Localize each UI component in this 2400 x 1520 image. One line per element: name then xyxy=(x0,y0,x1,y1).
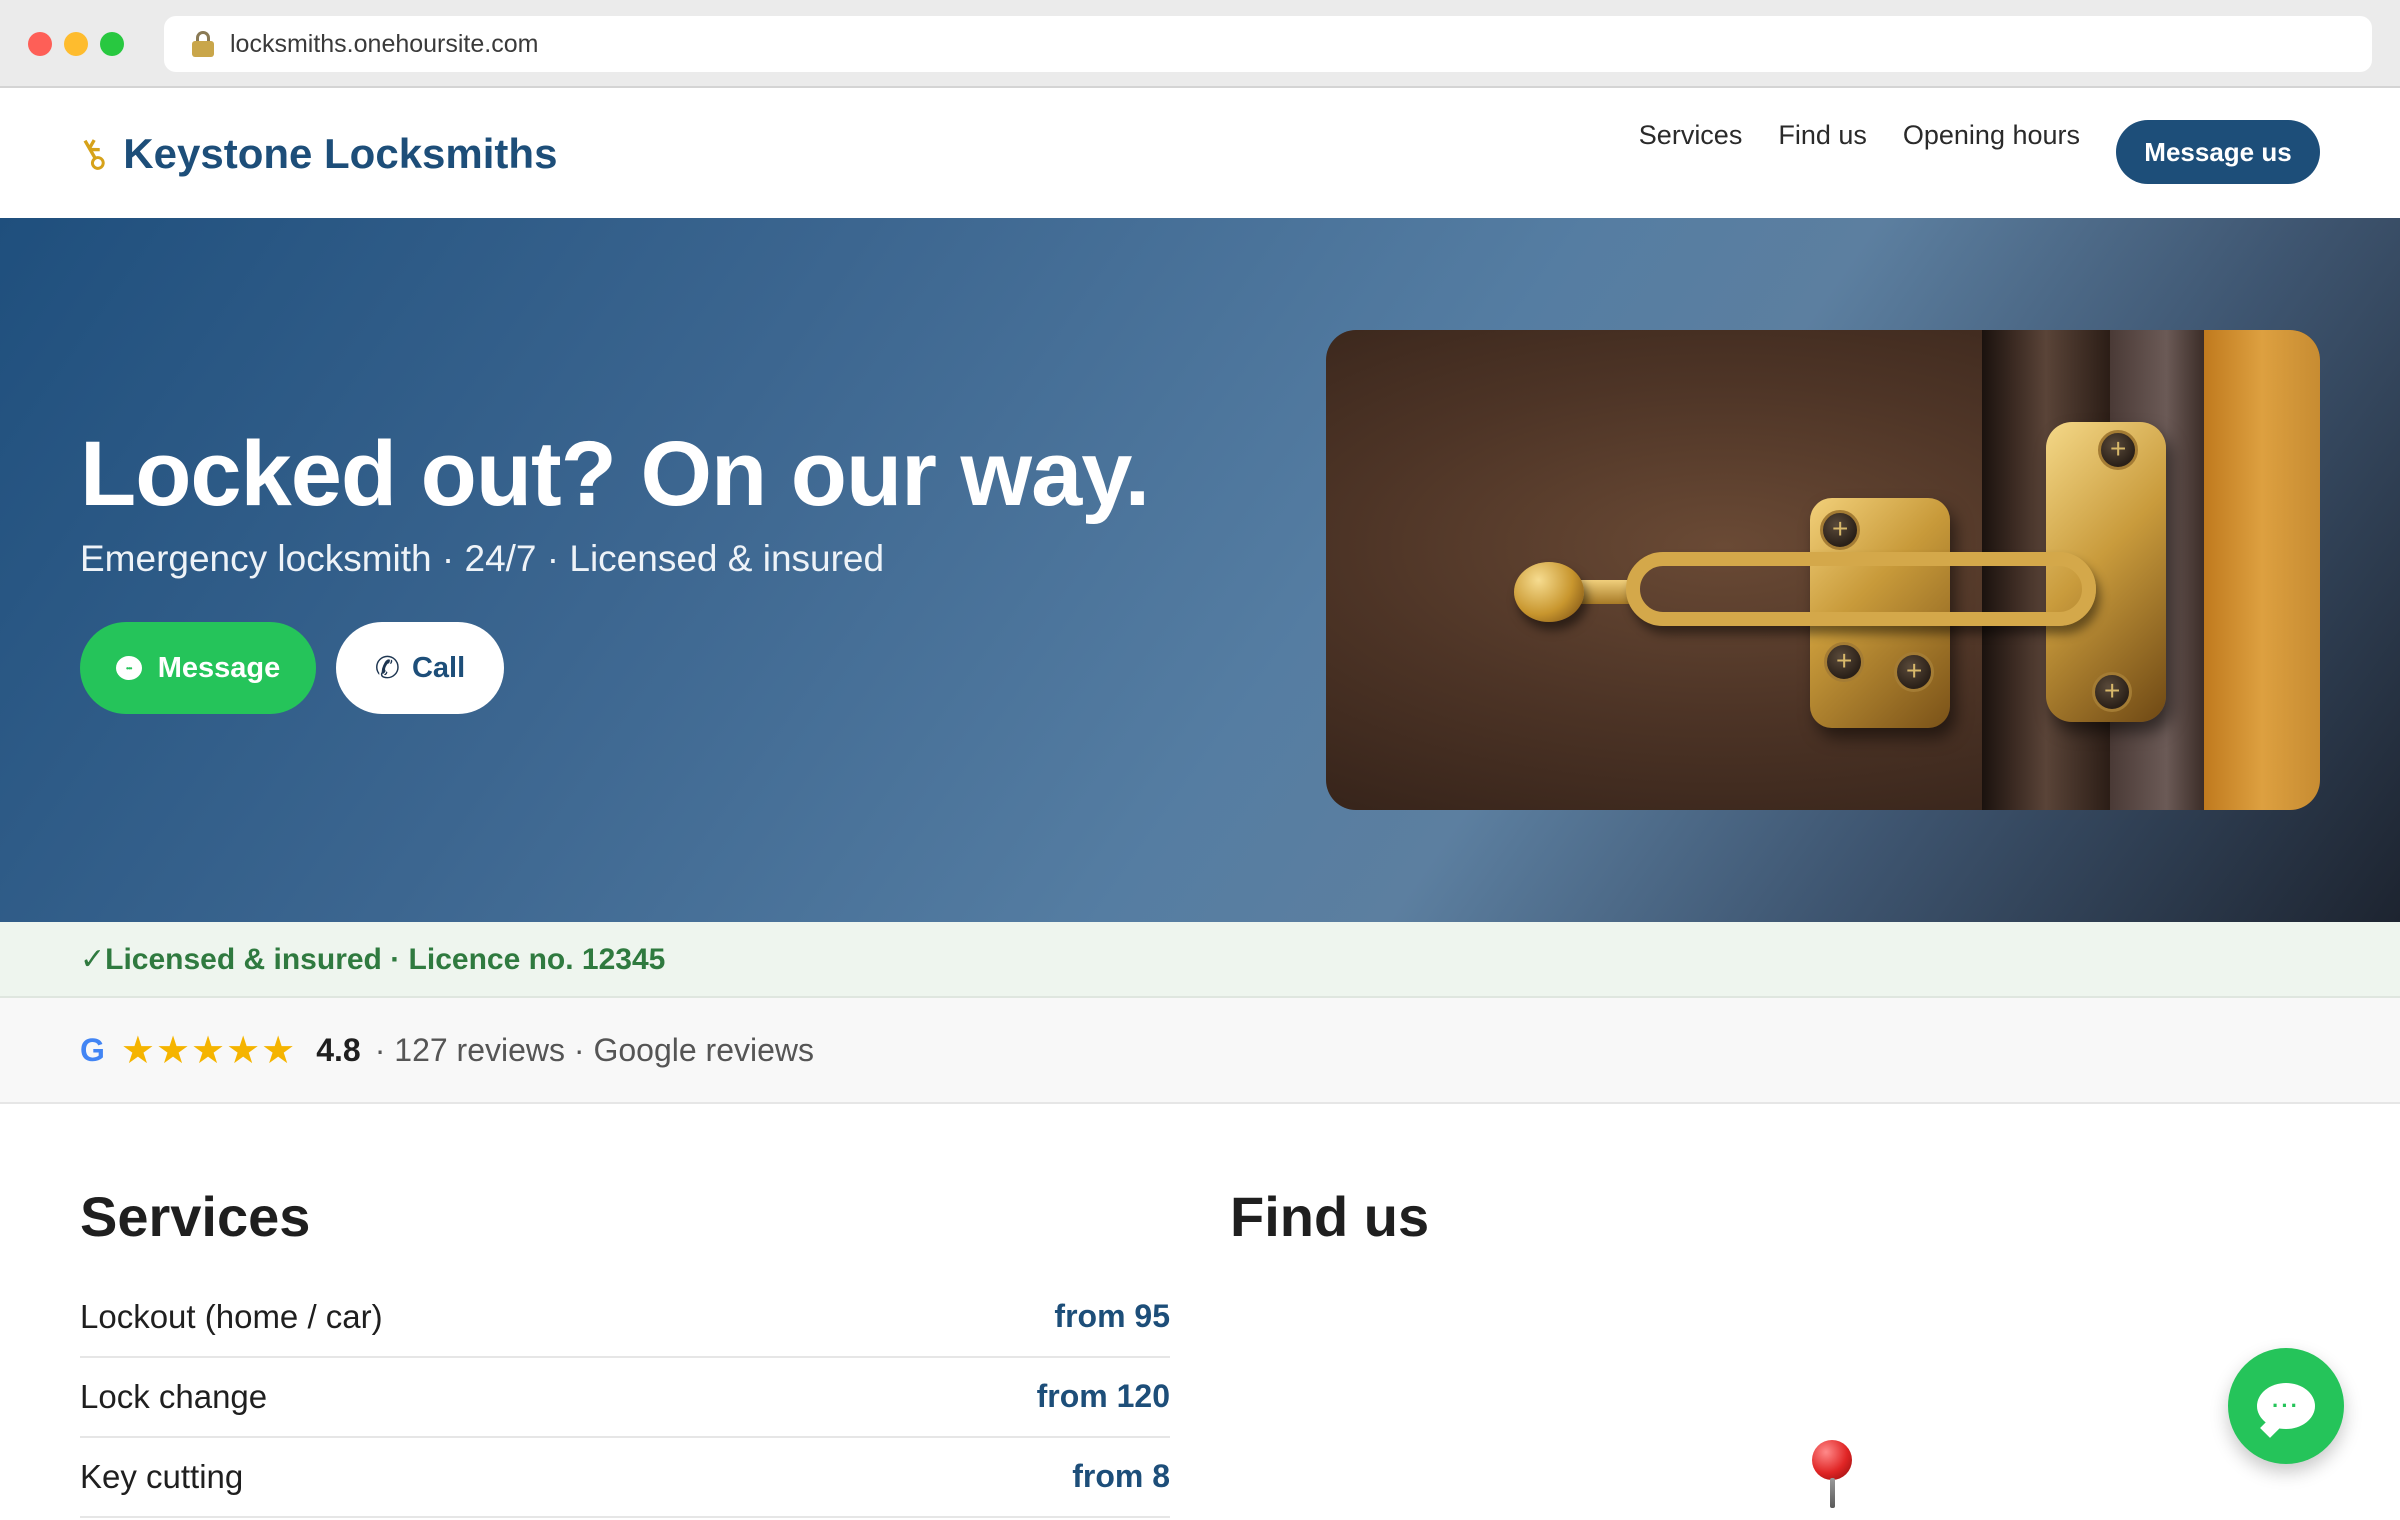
message-us-button[interactable]: Message us xyxy=(2116,120,2320,184)
browser-chrome: locksmiths.onehoursite.com xyxy=(0,0,2400,88)
nav-link-services[interactable]: Services xyxy=(1639,120,1743,151)
window-minimize-button[interactable] xyxy=(64,32,88,56)
chat-bubble-icon: ··· xyxy=(2257,1383,2315,1429)
nav-link-find-us[interactable]: Find us xyxy=(1778,120,1867,151)
rating-stars: ★★★★★ xyxy=(120,1029,297,1072)
hero-call-button[interactable]: ✆ Call xyxy=(336,622,504,714)
service-row: Lockout (home / car) from 95 xyxy=(80,1278,1170,1358)
phone-icon: ✆ xyxy=(374,651,400,685)
service-row: Key cutting from 8 xyxy=(80,1438,1170,1518)
rating-value: 4.8 xyxy=(316,1031,361,1068)
service-price: from 8 xyxy=(1072,1458,1170,1494)
site-header: ⚷ Keystone Locksmiths Services Find us O… xyxy=(0,88,2400,218)
url-text: locksmiths.onehoursite.com xyxy=(230,29,539,58)
hero-message-label: Message xyxy=(157,651,281,684)
google-g-icon: G xyxy=(80,1031,105,1068)
chat-icon xyxy=(115,656,142,680)
service-row: Lock change from 120 xyxy=(80,1358,1170,1438)
service-name: Lockout (home / car) xyxy=(80,1298,383,1335)
lock-icon xyxy=(190,31,216,57)
nav-link-opening-hours[interactable]: Opening hours xyxy=(1903,120,2080,151)
service-price: from 95 xyxy=(1054,1298,1170,1334)
licence-text: ✓Licensed & insured · Licence no. 12345 xyxy=(80,943,666,976)
service-name: Lock change xyxy=(80,1378,268,1415)
hero-call-label: Call xyxy=(411,651,466,684)
hero-message-button[interactable]: Message xyxy=(80,622,316,714)
hero-title: Locked out? On our way. xyxy=(80,423,1150,525)
door-chain-lock-photo xyxy=(1326,330,2320,810)
reviews-bar: G ★★★★★ 4.8 · 127 reviews · Google revie… xyxy=(0,998,2400,1104)
address-bar[interactable]: locksmiths.onehoursite.com xyxy=(164,16,2372,72)
main-nav: Services Find us Opening hours xyxy=(1639,120,2080,151)
brand-logo-link[interactable]: ⚷ Keystone Locksmiths xyxy=(69,128,558,181)
floating-chat-button[interactable]: ··· xyxy=(2228,1348,2344,1464)
key-icon: ⚷ xyxy=(68,127,117,181)
hero-section: Locked out? On our way. Emergency locksm… xyxy=(0,218,2400,922)
brand-name: Keystone Locksmiths xyxy=(123,130,558,177)
checkmark-icon: ✓ xyxy=(80,943,106,976)
window-close-button[interactable] xyxy=(28,32,52,56)
map-pin-icon[interactable] xyxy=(1808,1440,1858,1510)
service-name: Key cutting xyxy=(80,1458,244,1495)
services-heading: Services xyxy=(80,1185,311,1248)
hero-subtitle: Emergency locksmith · 24/7 · Licensed & … xyxy=(80,538,885,579)
licence-banner: ✓Licensed & insured · Licence no. 12345 xyxy=(0,922,2400,998)
review-count: · 127 reviews · Google reviews xyxy=(374,1031,814,1068)
service-price: from 120 xyxy=(1036,1378,1170,1414)
window-maximize-button[interactable] xyxy=(100,32,124,56)
find-us-heading: Find us xyxy=(1230,1185,1430,1248)
